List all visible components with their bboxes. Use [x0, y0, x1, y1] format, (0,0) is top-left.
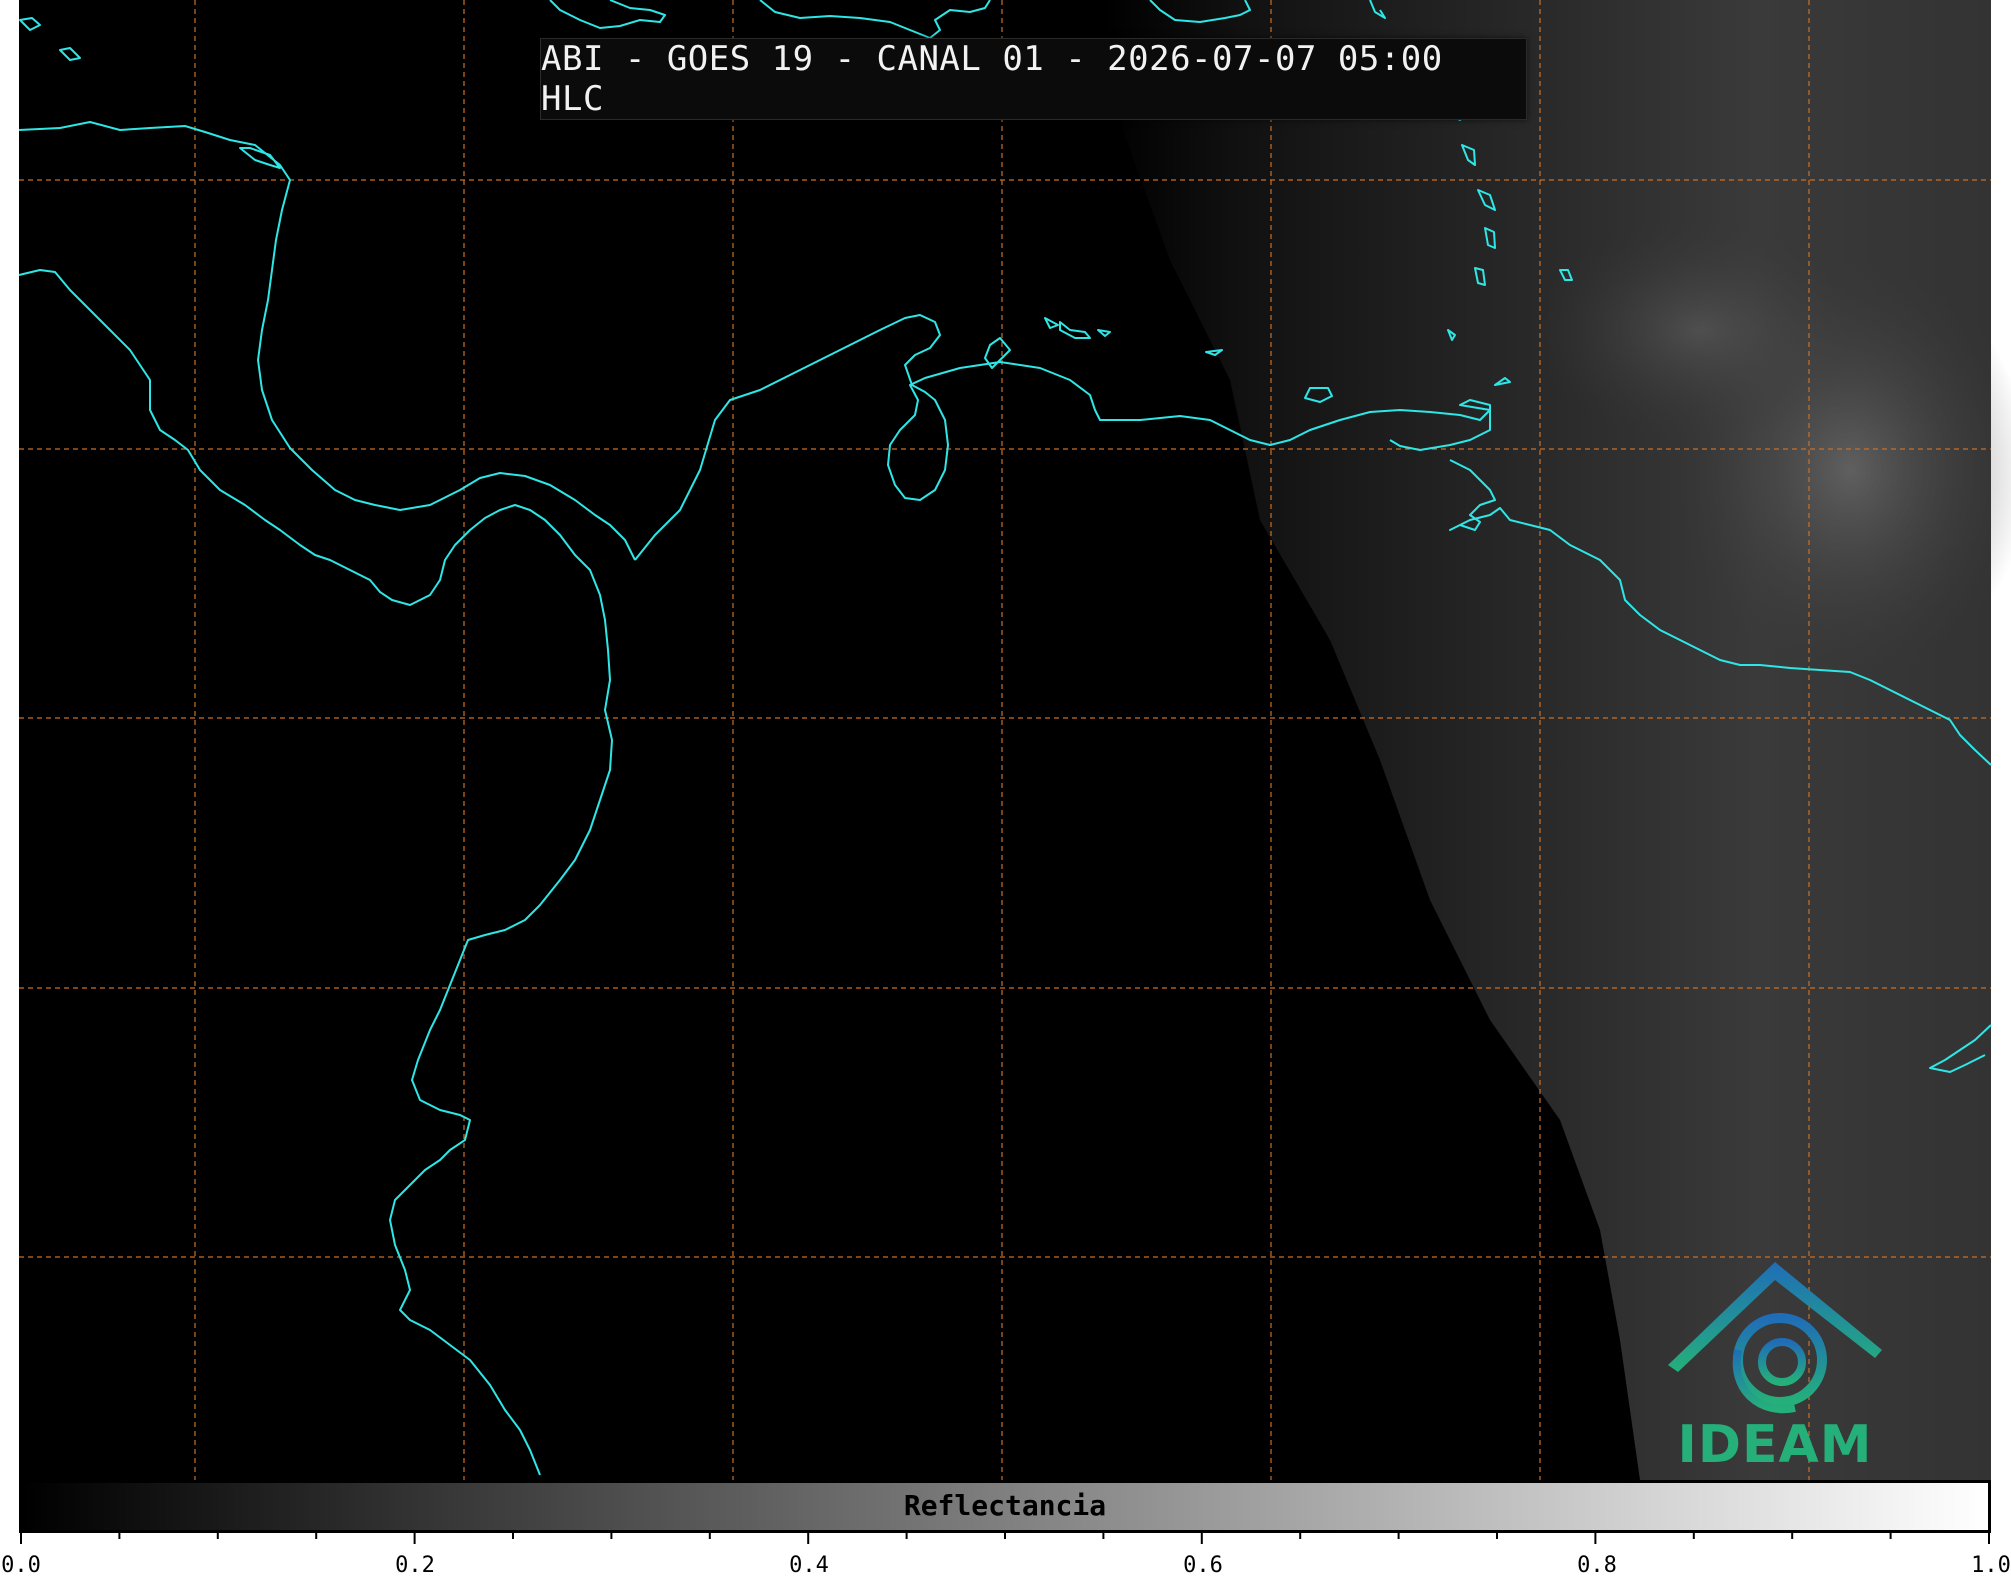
map-title: ABI - GOES 19 - CANAL 01 - 2026-07-07 05…: [540, 38, 1527, 120]
colorbar-tick-2: 0.4: [789, 1553, 829, 1578]
colorbar-tick-5: 1.0: [1971, 1553, 2011, 1578]
ideam-logo: IDEAM: [1660, 1250, 1890, 1475]
colorbar-tick-0: 0.0: [1, 1553, 41, 1578]
ideam-emblem-icon: [1668, 1262, 1882, 1414]
colorbar-tick-4: 0.8: [1577, 1553, 1617, 1578]
colorbar-tick-1: 0.2: [395, 1553, 435, 1578]
colorbar-ticks: [20, 1530, 1990, 1544]
cloud-region: [1530, 220, 1870, 440]
colorbar-tick-3: 0.6: [1183, 1553, 1223, 1578]
colorbar-label: Reflectancia: [903, 1489, 1107, 1522]
logo-text: IDEAM: [1677, 1415, 1873, 1475]
reflectance-colorbar: Reflectancia: [19, 1480, 1991, 1533]
